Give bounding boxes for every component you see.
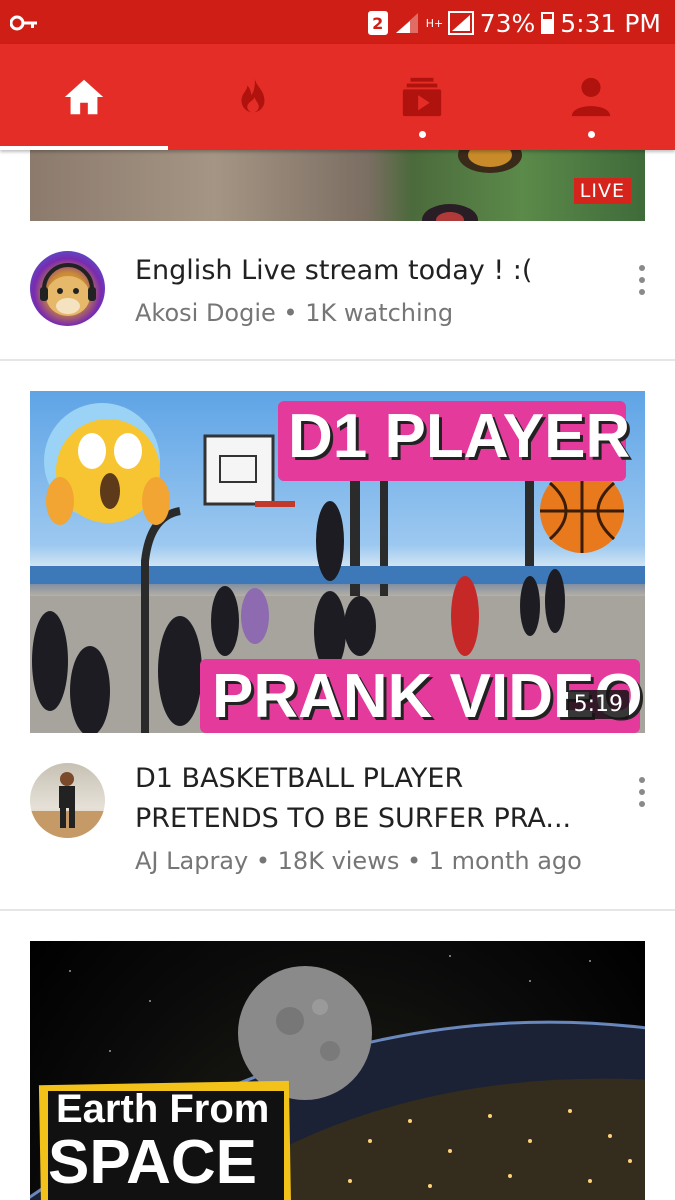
duration-badge: 5:19 — [567, 690, 629, 719]
subscriptions-icon — [402, 77, 442, 117]
more-options-button[interactable] — [637, 265, 647, 295]
tab-subscriptions[interactable] — [338, 44, 507, 150]
tab-bar — [0, 44, 675, 150]
more-vert-icon — [639, 265, 645, 271]
home-icon — [65, 79, 104, 115]
thumbnail-text-top: D1 PLAYER — [288, 402, 631, 471]
thumbnail-text-top: Earth From — [56, 1087, 270, 1131]
channel-name: Akosi Dogie — [135, 299, 276, 327]
channel-name: AJ Lapray — [135, 847, 249, 875]
upload-age: 1 month ago — [428, 847, 582, 875]
video-title: English Live stream today ! :( — [135, 255, 533, 286]
battery-icon — [541, 12, 555, 34]
status-indicators: 2 H+ 73% 5:31 PM — [367, 6, 661, 40]
avatar[interactable] — [30, 763, 105, 838]
channel-avatar-image — [30, 772, 105, 838]
view-count: 18K views — [277, 847, 400, 875]
thumbnail-image — [422, 150, 522, 221]
video-thumbnail[interactable]: LIVE — [30, 150, 645, 221]
divider — [0, 909, 675, 911]
video-subtitle: AJ Lapray • 18K views • 1 month ago — [135, 847, 582, 875]
key-icon — [10, 15, 37, 31]
avatar[interactable] — [30, 251, 105, 326]
signal-icon-2 — [447, 11, 474, 35]
video-feed[interactable]: LIVE English Live stream today ! :( Akos… — [0, 150, 675, 1200]
separator: • — [406, 847, 429, 875]
watching-count: 1K watching — [305, 299, 454, 327]
signal-icon — [395, 13, 418, 33]
person-icon — [571, 77, 610, 117]
clock: 5:31 PM — [560, 8, 661, 38]
active-tab-indicator — [0, 146, 168, 150]
tab-trending[interactable] — [169, 44, 338, 150]
new-content-dot — [418, 131, 426, 138]
new-content-dot — [587, 131, 595, 138]
network-type: H+ — [425, 16, 444, 30]
video-thumbnail[interactable]: Earth From SPACE — [30, 941, 645, 1200]
thumbnail-text-bottom: SPACE — [48, 1128, 258, 1197]
screen: 2 H+ 73% 5:31 PM LIVE English Live strea… — [0, 0, 675, 1200]
tab-home[interactable] — [0, 44, 169, 150]
battery-percent: 73% — [479, 8, 536, 38]
video-subtitle: Akosi Dogie • 1K watching — [135, 299, 453, 327]
more-vert-icon — [639, 777, 645, 783]
separator: • — [283, 299, 306, 327]
separator: • — [255, 847, 278, 875]
video-thumbnail[interactable]: D1 PLAYER PRANK VIDEO 5:19 — [30, 391, 645, 733]
divider — [0, 359, 675, 361]
fire-icon — [241, 77, 265, 113]
video-meta[interactable]: D1 BASKETBALL PLAYER PRETENDS TO BE SURF… — [0, 733, 675, 911]
video-meta[interactable]: English Live stream today ! :( Akosi Dog… — [0, 221, 675, 361]
more-options-button[interactable] — [637, 777, 647, 807]
channel-avatar-image — [40, 263, 96, 316]
status-bar: 2 H+ 73% 5:31 PM — [0, 0, 675, 44]
video-title: D1 BASKETBALL PLAYER PRETENDS TO BE SURF… — [135, 763, 572, 834]
live-badge: LIVE — [573, 178, 631, 204]
tab-account[interactable] — [506, 44, 675, 150]
sim-badge: 2 — [367, 11, 388, 35]
